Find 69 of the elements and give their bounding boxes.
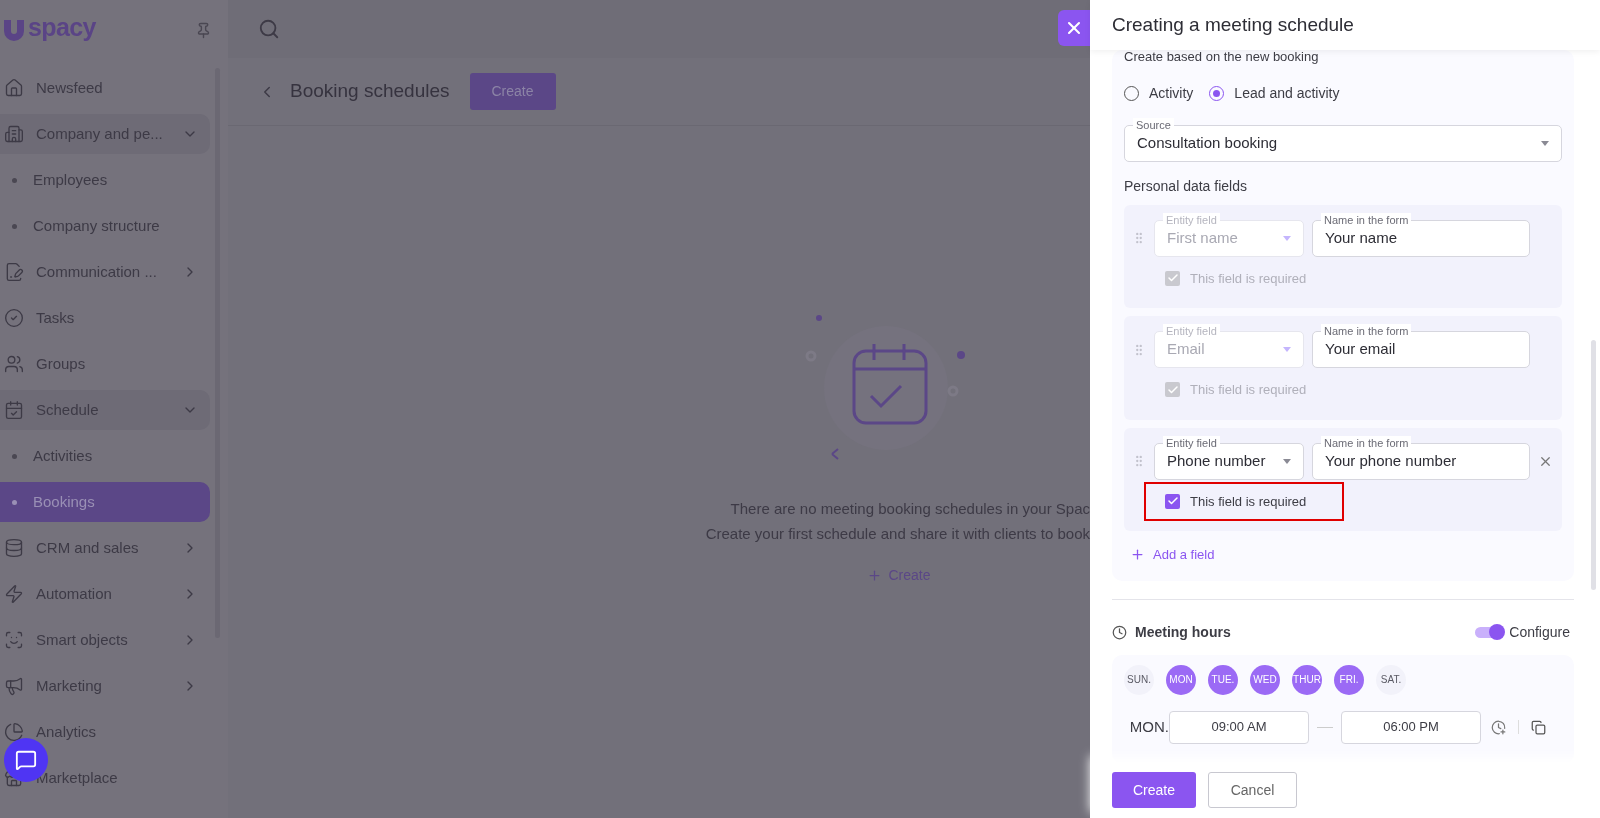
sidebar-item[interactable]: Newsfeed bbox=[0, 68, 210, 108]
signature-icon bbox=[4, 262, 24, 282]
sidebar-item[interactable]: Marketing bbox=[0, 666, 210, 706]
time-field[interactable]: 09:00 AM bbox=[1169, 710, 1309, 744]
drawer-title: Creating a meeting schedule bbox=[1112, 12, 1354, 37]
radio-label: Lead and activity bbox=[1234, 83, 1340, 103]
clock-icon bbox=[1112, 624, 1127, 640]
users-icon bbox=[4, 354, 24, 374]
plus-icon bbox=[867, 568, 883, 583]
calendar-icon bbox=[4, 400, 24, 420]
day-chip[interactable]: WED bbox=[1250, 664, 1280, 695]
search-icon[interactable] bbox=[258, 18, 280, 40]
day-label: MON. bbox=[1128, 716, 1169, 737]
building-icon bbox=[4, 124, 24, 144]
close-button[interactable] bbox=[1058, 10, 1090, 46]
radio-label: Activity bbox=[1149, 83, 1194, 103]
page-title: Booking schedules bbox=[290, 79, 450, 104]
day-chip[interactable]: MON bbox=[1166, 664, 1196, 695]
chat-icon bbox=[15, 749, 37, 771]
sidebar-item[interactable]: Bookings bbox=[0, 482, 210, 522]
chart-icon bbox=[4, 722, 24, 742]
day-chip[interactable]: FRI. bbox=[1334, 664, 1364, 695]
scan-icon bbox=[4, 630, 24, 650]
caret-icon bbox=[1283, 458, 1291, 464]
sidebar-item[interactable]: Automation bbox=[0, 574, 210, 614]
plus-icon bbox=[1130, 547, 1145, 563]
checkbox[interactable] bbox=[1165, 493, 1180, 509]
database-icon bbox=[4, 538, 24, 558]
sidebar-item[interactable]: Activities bbox=[0, 436, 210, 476]
day-chip[interactable]: SAT. bbox=[1376, 664, 1406, 695]
scrollbar[interactable] bbox=[1591, 340, 1596, 590]
sidebar-item[interactable]: Company structure bbox=[0, 206, 210, 246]
section-label: Personal data fields bbox=[1124, 176, 1248, 196]
bullet-icon bbox=[12, 499, 17, 505]
caret-icon bbox=[1283, 235, 1291, 241]
day-chip[interactable]: SUN. bbox=[1124, 664, 1154, 695]
time-field[interactable]: 06:00 PM bbox=[1341, 710, 1481, 744]
checkbox-label: This field is required bbox=[1190, 269, 1307, 288]
logo-icon bbox=[2, 17, 26, 43]
caret-icon bbox=[1541, 140, 1549, 146]
section-title: Meeting hours bbox=[1135, 622, 1232, 642]
sidebar-item[interactable]: Tasks bbox=[0, 298, 210, 338]
megaphone-icon bbox=[4, 676, 24, 696]
sidebar-item[interactable]: CRM and sales bbox=[0, 528, 210, 568]
create-button[interactable]: Create bbox=[469, 73, 556, 110]
check-circle-icon bbox=[4, 308, 24, 328]
lightning-icon bbox=[4, 584, 24, 604]
configure-toggle[interactable]: Configure bbox=[1475, 621, 1570, 643]
bullet-icon bbox=[12, 177, 17, 183]
cancel-button[interactable]: Cancel bbox=[1208, 772, 1297, 808]
sidebar-item[interactable]: Analytics bbox=[0, 712, 210, 752]
copy-icon[interactable] bbox=[1531, 719, 1546, 735]
create-button[interactable]: Create bbox=[1112, 772, 1196, 808]
caret-icon bbox=[1283, 347, 1291, 352]
section-label: Create based on the new booking bbox=[1124, 50, 1320, 66]
add-field-link[interactable]: Add a field bbox=[1130, 545, 1215, 565]
checkbox-label: This field is required bbox=[1190, 492, 1307, 511]
sidebar-item[interactable]: Smart objects bbox=[0, 620, 210, 660]
day-chip[interactable]: THUR bbox=[1292, 664, 1322, 695]
sidebar-item[interactable]: Communication ... bbox=[0, 252, 210, 292]
bullet-icon bbox=[12, 453, 17, 459]
day-chip[interactable]: TUE. bbox=[1208, 664, 1238, 695]
pin-icon[interactable] bbox=[195, 21, 212, 39]
add-time-icon[interactable] bbox=[1491, 719, 1506, 735]
sidebar-item[interactable]: Groups bbox=[0, 344, 210, 384]
bullet-icon bbox=[12, 223, 17, 229]
checkbox-label: This field is required bbox=[1190, 381, 1307, 399]
sidebar-item[interactable]: Employees bbox=[0, 160, 210, 200]
house-icon bbox=[4, 78, 24, 98]
